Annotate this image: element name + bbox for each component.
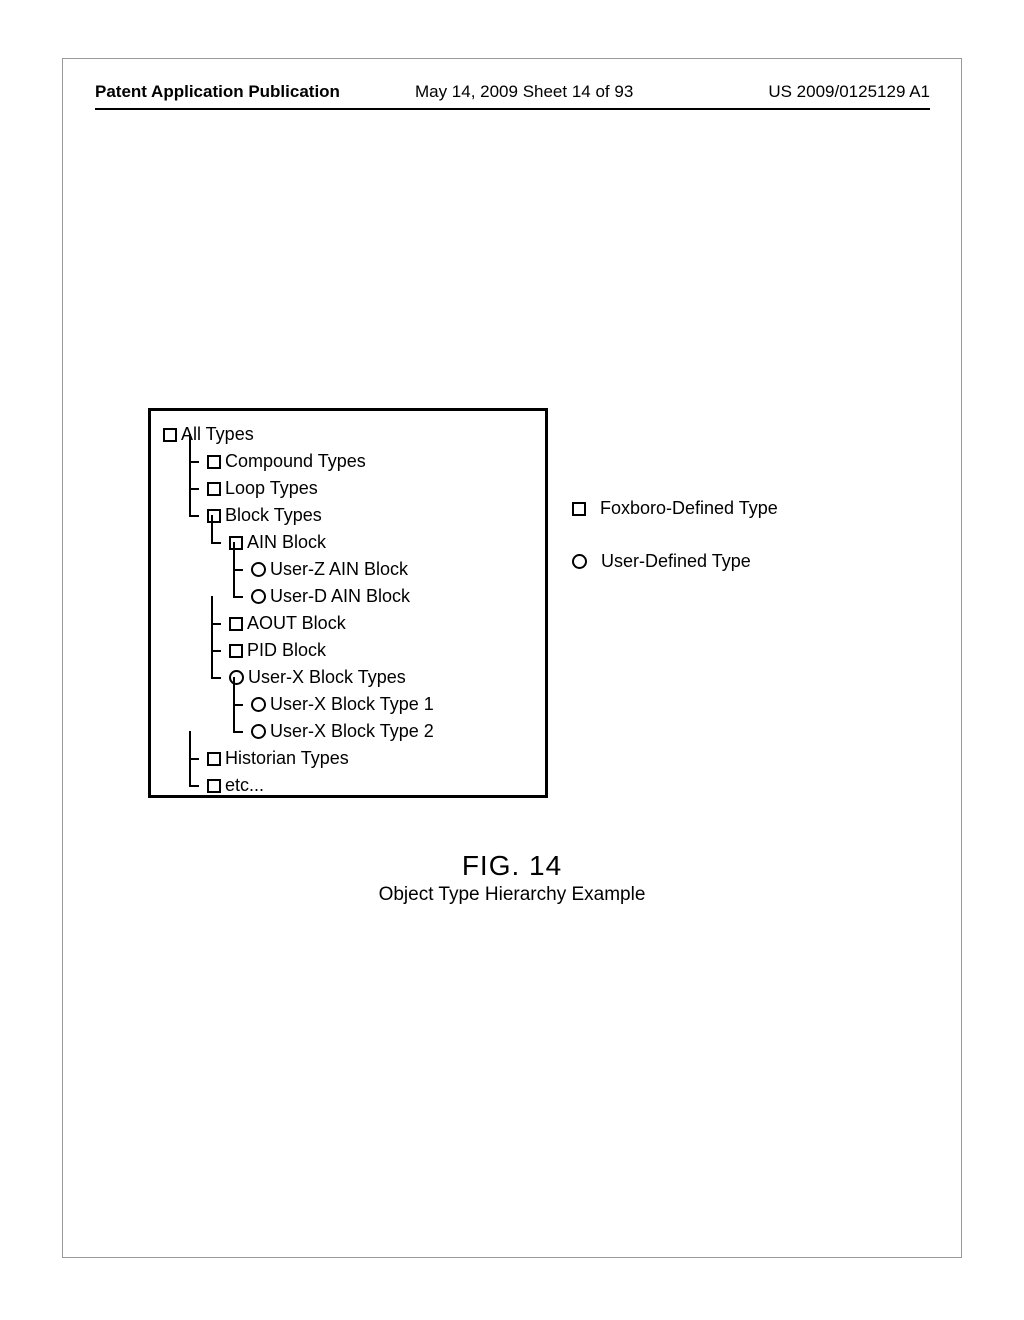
- tree-label: Loop Types: [225, 475, 318, 501]
- square-icon: [207, 509, 221, 523]
- tree-label: Historian Types: [225, 745, 349, 771]
- square-icon: [207, 482, 221, 496]
- tree-label: User-Z AIN Block: [270, 556, 408, 582]
- page-header: Patent Application Publication May 14, 2…: [95, 82, 930, 102]
- figure-caption: FIG. 14 Object Type Hierarchy Example: [0, 850, 1024, 906]
- square-icon: [229, 644, 243, 658]
- tree-item: Loop Types: [163, 475, 533, 502]
- circle-icon: [251, 589, 266, 604]
- circle-icon: [251, 724, 266, 739]
- circle-icon: [251, 697, 266, 712]
- tree-label: Block Types: [225, 502, 322, 528]
- square-icon: [229, 536, 243, 550]
- tree-item: Block Types: [163, 502, 533, 529]
- legend-foxboro: Foxboro-Defined Type: [572, 498, 778, 519]
- header-patent-id: US 2009/0125129 A1: [768, 82, 930, 102]
- square-icon: [207, 752, 221, 766]
- tree-item: User-Z AIN Block: [163, 556, 533, 583]
- legend-label: User-Defined Type: [601, 551, 751, 572]
- tree-label: User-X Block Type 1: [270, 691, 434, 717]
- tree-label: Compound Types: [225, 448, 366, 474]
- tree-item: User-X Block Type 1: [163, 691, 533, 718]
- tree-item: AOUT Block: [163, 610, 533, 637]
- legend: Foxboro-Defined Type User-Defined Type: [572, 498, 778, 604]
- header-date-sheet: May 14, 2009 Sheet 14 of 93: [415, 82, 633, 102]
- square-icon: [229, 617, 243, 631]
- legend-user: User-Defined Type: [572, 551, 778, 572]
- tree-label: User-X Block Type 2: [270, 718, 434, 744]
- tree-label: User-D AIN Block: [270, 583, 410, 609]
- square-icon: [163, 428, 177, 442]
- tree-item: User-D AIN Block: [163, 583, 533, 610]
- square-icon: [207, 779, 221, 793]
- tree-item: User-X Block Type 2: [163, 718, 533, 745]
- figure-number: FIG. 14: [0, 850, 1024, 882]
- circle-icon: [572, 554, 587, 569]
- tree-item: PID Block: [163, 637, 533, 664]
- figure-title: Object Type Hierarchy Example: [0, 884, 1024, 906]
- square-icon: [207, 455, 221, 469]
- tree-label: All Types: [181, 421, 254, 447]
- tree-label: AIN Block: [247, 529, 326, 555]
- tree-label: User-X Block Types: [248, 664, 406, 690]
- tree-label: etc...: [225, 772, 264, 798]
- circle-icon: [229, 670, 244, 685]
- tree-item: AIN Block: [163, 529, 533, 556]
- tree-label: AOUT Block: [247, 610, 346, 636]
- tree-root: All Types: [163, 421, 533, 448]
- legend-label: Foxboro-Defined Type: [600, 498, 778, 519]
- header-rule: [95, 108, 930, 110]
- header-publication: Patent Application Publication: [95, 82, 340, 102]
- type-hierarchy-box: All Types Compound Types Loop Types Bloc…: [148, 408, 548, 798]
- tree-item: User-X Block Types: [163, 664, 533, 691]
- tree-item: etc...: [163, 772, 533, 799]
- tree-item: Historian Types: [163, 745, 533, 772]
- circle-icon: [251, 562, 266, 577]
- tree-label: PID Block: [247, 637, 326, 663]
- type-hierarchy-tree: All Types Compound Types Loop Types Bloc…: [163, 421, 533, 799]
- square-icon: [572, 502, 586, 516]
- tree-item: Compound Types: [163, 448, 533, 475]
